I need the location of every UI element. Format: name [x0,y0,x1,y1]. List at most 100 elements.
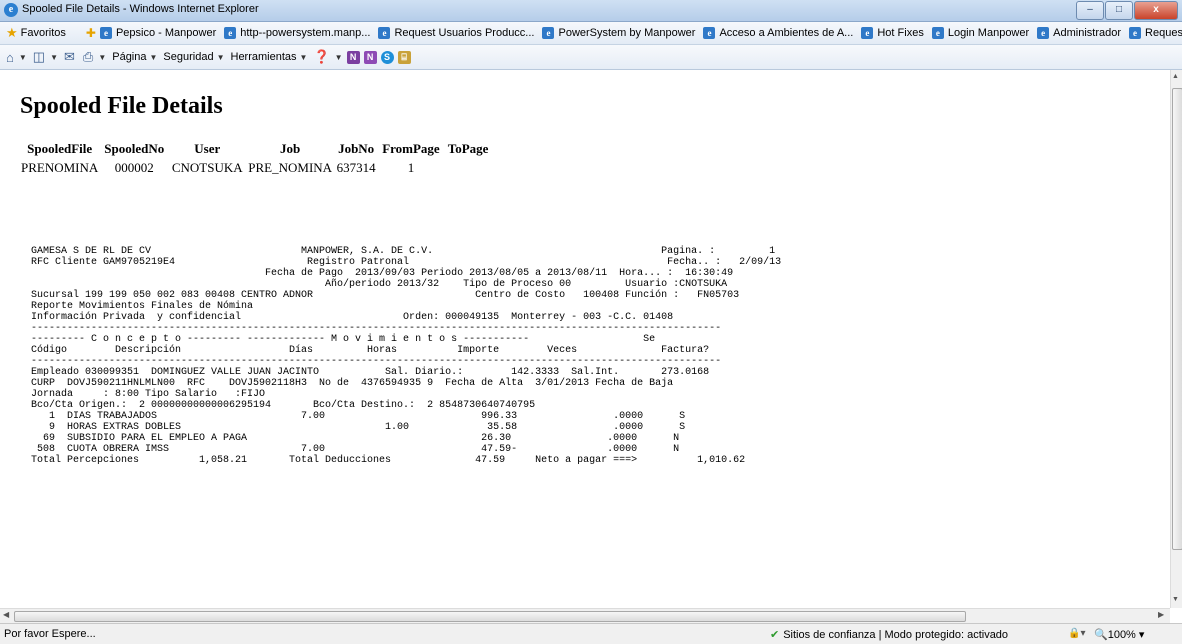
window-title: Spooled File Details - Windows Internet … [22,3,259,15]
favorites-bar: ★ Favoritos ✚ e Pepsico - Manpower e http-… [0,22,1182,45]
report-line: 9 HORAS EXTRAS DOBLES 1.00 35.58 .0000 S [31,422,686,433]
favorites-star-icon[interactable]: ★ [6,25,18,41]
help-icon: ❓ [313,49,330,64]
cell-job-no: 637314 [336,160,376,175]
onenote-icon[interactable]: N [346,50,360,64]
horizontal-scrollbar[interactable]: ◀ ▶ [0,608,1170,623]
checkmark-icon: ✔ [770,629,780,641]
ie-logo-icon: e [4,3,18,17]
spooled-file-table: SpooledFile SpooledNo User Job JobNo Fro… [19,140,492,178]
favorite-link[interactable]: e Hot Fixes [861,27,924,39]
research-icon[interactable]: ⌸ [397,50,411,64]
cell-spooled-no: 000002 [114,160,154,175]
column-header: ToPage [447,141,489,156]
favorites-button[interactable]: Favoritos [21,27,66,39]
protected-mode-icon[interactable]: 🔒▾ [1068,628,1085,639]
cell-user: CNOTSUKA [171,160,243,175]
security-zone[interactable]: ✔ Sitios de confianza | Modo protegido: a… [770,628,1008,641]
status-bar: Por favor Espere... ✔ Sitios de confianza… [0,623,1182,644]
mail-icon: ✉ [64,49,75,64]
scroll-left-icon[interactable]: ◀ [3,610,9,619]
table-row: PRENOMINA 000002 CNOTSUKA PRE_NOMINA 637… [19,158,492,178]
skype-icon[interactable]: S [380,50,394,64]
report-line: Año/periodo 2013/32 Tipo de Proceso 00 U… [31,279,728,290]
herramientas-menu[interactable]: Herramientas ▼ [231,51,308,63]
command-bar: ⌂ ▼ ◫ ▼ ✉ ⎙ ▼ Página ▼ Seguridad ▼ Herramient… [0,45,1182,70]
seguridad-menu[interactable]: Seguridad ▼ [163,51,224,63]
favorite-link[interactable]: e Acceso a Ambientes de A... [703,27,853,39]
scroll-down-icon[interactable]: ▼ [1172,596,1179,603]
onenote-linked-icon[interactable]: N [363,50,377,64]
minimize-button[interactable]: – [1076,1,1104,20]
report-line: ----------------------------------------… [31,323,722,334]
ie-page-icon: e [861,27,874,39]
report-line: ----------------------------------------… [31,356,722,367]
home-button[interactable]: ⌂ ▼ [6,50,27,65]
ie-page-icon: e [1129,27,1142,39]
feeds-button[interactable]: ◫ ▼ [33,49,58,65]
ie-page-icon: e [703,27,716,39]
pagina-menu[interactable]: Página ▼ [112,51,157,63]
column-header: SpooledFile [27,141,93,156]
chevron-down-icon: ▼ [18,52,27,62]
window-titlebar: e Spooled File Details - Windows Interne… [0,0,1182,22]
column-header: User [194,141,221,156]
table-header-row: SpooledFile SpooledNo User Job JobNo Fro… [19,140,492,158]
cell-job: PRE_NOMINA [248,160,333,175]
page-title: Spooled File Details [20,93,223,119]
zoom-icon: 🔍 [1094,629,1108,641]
report-line: CURP DOVJ590211HNLMLN00 RFC DOVJ5902118H… [31,378,674,389]
column-header: JobNo [338,141,375,156]
window-controls: – □ x [1075,1,1178,20]
cell-to-page [444,158,493,178]
horizontal-scroll-thumb[interactable] [14,611,966,622]
print-button[interactable]: ⎙ ▼ [83,49,106,65]
ie-page-icon: e [542,27,555,39]
report-line: 69 SUBSIDIO PARA EL EMPLEO A PAGA 26.30 … [31,433,680,444]
report-line: RFC Cliente GAM9705219E4 Registro Patron… [31,257,782,268]
ie-page-icon: e [931,27,944,39]
report-line: 508 CUOTA OBRERA IMSS 7.00 47.59- .0000 … [31,444,680,455]
favorite-link[interactable]: e Request [1129,27,1182,39]
chevron-down-icon: ▼ [299,52,308,62]
favorite-link[interactable]: e Request Usuarios Producc... [378,27,534,39]
close-button[interactable]: x [1134,1,1178,20]
status-text: Por favor Espere... [4,628,96,640]
vertical-scroll-thumb[interactable] [1172,88,1182,550]
report-line: Empleado 030099351 DOMINGUEZ VALLE JUAN … [31,367,710,378]
cell-from-page: 1 [407,160,415,175]
chevron-down-icon: ▼ [216,52,225,62]
report-line: Bco/Cta Origen.: 2 00000000000006295194 … [31,400,536,411]
scroll-up-icon[interactable]: ▲ [1172,73,1179,80]
cell-spooled-file: PRENOMINA [21,160,99,175]
mail-button[interactable]: ✉ [64,49,77,65]
scroll-right-icon[interactable]: ▶ [1158,610,1164,619]
spool-report: GAMESA S DE RL DE CV MANPOWER, S.A. DE C… [31,246,781,466]
help-button[interactable]: ❓ ▼ [313,49,342,65]
favorite-link[interactable]: e PowerSystem by Manpower [542,27,695,39]
chevron-down-icon: ▼ [149,52,158,62]
report-line: Información Privada y confidencial Orden… [31,312,674,323]
report-line: Código Descripción Días Horas Importe Ve… [31,345,710,356]
home-icon: ⌂ [6,49,14,65]
zoom-control[interactable]: 🔍100% ▾ [1094,628,1144,641]
add-favorite-icon[interactable]: ✚ [86,26,96,40]
chevron-down-icon: ▼ [50,52,58,62]
column-header: SpooledNo [104,141,165,156]
report-line: Jornada : 8:00 Tipo Salario :FIJO [31,389,266,400]
ie-page-icon: e [99,27,112,39]
column-header: Job [280,141,301,156]
report-line: Sucursal 199 199 050 002 083 00408 CENTR… [31,290,740,301]
ie-page-icon: e [378,27,391,39]
report-line: --------- C o n c e p t o --------- ----… [31,334,656,345]
chevron-down-icon: ▼ [98,52,107,62]
favorite-link[interactable]: e http--powersystem.manp... [224,27,370,39]
column-header: FromPage [382,141,440,156]
report-line: Total Percepciones 1,058.21 Total Deducc… [31,455,746,466]
report-line: Reporte Movimientos Finales de Nómina [31,301,254,312]
favorite-link[interactable]: e Administrador [1037,27,1121,39]
favorite-link[interactable]: e Pepsico - Manpower [99,27,216,39]
maximize-button[interactable]: □ [1105,1,1133,20]
vertical-scrollbar[interactable]: ▲ ▼ [1170,70,1182,608]
favorite-link[interactable]: e Login Manpower [931,27,1029,39]
